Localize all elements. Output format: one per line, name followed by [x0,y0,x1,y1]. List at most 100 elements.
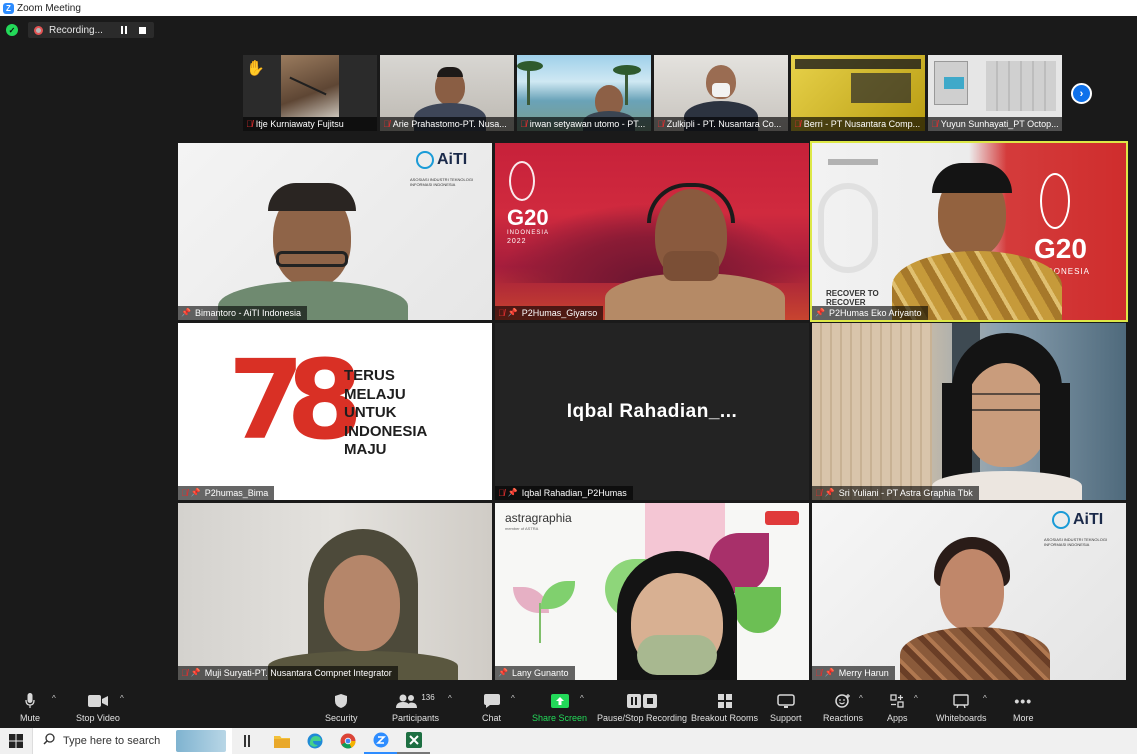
pin-icon: 📌 [181,308,191,317]
recording-dot-icon [34,25,43,35]
recording-indicator: Recording... [28,22,154,38]
participant-name: P2Humas_Giyarso [521,308,598,318]
more-button[interactable]: ••• More [1013,692,1034,723]
apps-button[interactable]: Apps [887,692,908,723]
muted-mic-icon: 🎙̸ [246,119,253,129]
video-tile[interactable]: G20 INDONESIA 2022 🎙̸ 📌 P2Humas_Giyarso [495,143,809,320]
pin-icon: 📌 [190,668,201,677]
whiteboards-options-caret-icon[interactable]: ^ [983,694,987,703]
video-tile[interactable]: Iqbal Rahadian_... 🎙̸ 📌 Iqbal Rahadian_P2H… [495,323,809,500]
chat-options-caret-icon[interactable]: ^ [511,694,515,703]
smiley-add-icon [835,692,851,710]
pin-icon: 📌 [815,308,825,317]
participant-name: Yuyun Sunhayati_PT Octop... [940,119,1059,129]
video-tile-active-speaker[interactable]: G20 INDONESIA RECOVER TO RECOVER 📌 P2Huma… [810,141,1128,322]
recording-controls-icon [627,692,658,710]
chrome-browser-icon[interactable] [331,728,364,754]
share-screen-icon [550,692,569,710]
excel-app-icon[interactable] [397,728,430,754]
pin-icon: 📌 [824,668,835,677]
strip-tile[interactable]: 🎙̸ Arie Prahastomo-PT. Nusa... [380,55,514,131]
participant-strip: ✋ 🎙̸ Itje Kurniawaty Fujitsu 🎙̸ Arie Praha… [243,55,1065,131]
whiteboard-icon [953,692,969,710]
muted-mic-icon: 🎙̸ [657,119,664,129]
search-placeholder: Type here to search [63,735,161,747]
muted-mic-icon: 🎙̸ [520,119,527,129]
aiti-logo: AiTI [1052,511,1103,529]
muted-mic-icon: 🎙̸ [931,119,938,129]
participant-name: Sri Yuliani - PT Astra Graphia Tbk [838,488,973,498]
participant-name: irwan setyawan utomo - PT... [529,119,646,129]
chat-button[interactable]: Chat [482,692,501,723]
audio-options-caret-icon[interactable]: ^ [52,694,56,703]
aiti-logo: AiTI [416,151,467,169]
stop-video-button[interactable]: Stop Video [76,692,120,723]
mute-button[interactable]: Mute [20,692,40,723]
taskbar-search-box[interactable]: Type here to search [32,728,232,754]
window-title: Zoom Meeting [17,2,81,14]
banner-number: 78 [228,336,363,464]
muted-mic-icon: 🎙̸ [181,668,188,678]
participant-name: Arie Prahastomo-PT. Nusa... [392,119,507,129]
apps-options-caret-icon[interactable]: ^ [914,694,918,703]
video-tile[interactable]: 🎙̸ 📌 Muji Suryati-PT. Nusantara Compnet In… [178,503,492,680]
share-screen-button[interactable]: Share Screen [532,692,587,723]
video-tile[interactable]: 78 TERUS MELAJU UNTUK INDONESIA MAJU 🎙̸ 📌… [178,323,492,500]
strip-tile[interactable]: 🎙̸ Berri - PT Nusantara Comp... [791,55,925,131]
reactions-button[interactable]: Reactions [823,692,863,723]
chevron-right-icon: › [1079,87,1084,100]
video-tile[interactable]: AiTI ASOSIASI INDUSTRI TEKNOLOGI INFORMA… [178,143,492,320]
video-tile[interactable]: astragraphia member of ASTRA 📌 Lany Gunan… [495,503,809,680]
apps-icon [890,692,904,710]
muted-mic-icon: 🎙̸ [794,119,801,129]
muted-mic-icon: 🎙̸ [815,488,822,498]
video-camera-icon [87,692,108,710]
pause-stop-recording-button[interactable]: Pause/Stop Recording [597,692,687,723]
more-dots-icon: ••• [1014,693,1033,709]
search-highlight-image [176,730,226,752]
file-explorer-icon[interactable] [265,728,298,754]
security-button[interactable]: Security [325,692,358,723]
pin-icon: 📌 [507,308,518,317]
strip-next-page-button[interactable]: › [1071,83,1092,104]
breakout-rooms-button[interactable]: Breakout Rooms [691,692,758,723]
participants-button[interactable]: 136 Participants [392,692,439,724]
microphone-icon [25,692,35,710]
zoom-app-icon[interactable] [364,728,397,754]
face-mask [637,635,717,675]
participant-name: Iqbal Rahadian_P2Humas [521,488,627,498]
pin-icon: 📌 [498,668,508,677]
participant-display-name: Iqbal Rahadian_... [495,323,809,500]
pin-icon: 📌 [507,488,518,497]
edge-browser-icon[interactable] [298,728,331,754]
strip-tile[interactable]: 🎙̸ irwan setyawan utomo - PT... [517,55,651,131]
stop-recording-icon[interactable] [138,26,146,34]
video-tile[interactable]: 🎙̸ 📌 Sri Yuliani - PT Astra Graphia Tbk [812,323,1126,500]
anniversary-badge-icon [765,511,799,525]
strip-tile[interactable]: 🎙̸ Zulkipli - PT. Nusantara Co... [654,55,788,131]
support-screen-icon [777,692,795,710]
strip-tile[interactable]: ✋ 🎙̸ Itje Kurniawaty Fujitsu [243,55,377,131]
support-button[interactable]: Support [770,692,802,723]
task-view-icon[interactable] [232,728,265,754]
astragraphia-logo: astragraphia [505,511,572,525]
breakout-rooms-icon [717,692,732,710]
participants-icon: 136 [396,692,435,710]
share-options-caret-icon[interactable]: ^ [580,694,584,703]
reactions-options-caret-icon[interactable]: ^ [859,694,863,703]
meeting-info-bar: ✓ Recording... [6,22,154,38]
whiteboards-button[interactable]: Whiteboards [936,692,987,723]
security-shield-icon[interactable]: ✓ [6,24,18,36]
g20-emblem-icon [1040,173,1070,229]
video-options-caret-icon[interactable]: ^ [120,694,124,703]
muted-mic-icon: 🎙̸ [815,668,822,678]
banner-text: TERUS MELAJU UNTUK INDONESIA MAJU [344,367,428,458]
video-tile[interactable]: AiTI ASOSIASI INDUSTRI TEKNOLOGI INFORMA… [812,503,1126,680]
meeting-toolbar: Mute ^ Stop Video ^ Security 136 Partici… [0,688,1137,728]
windows-start-icon[interactable] [0,734,32,748]
strip-tile[interactable]: 🎙̸ Yuyun Sunhayati_PT Octop... [928,55,1062,131]
pin-icon: 📌 [824,488,835,497]
chat-bubble-icon [483,692,500,710]
participants-options-caret-icon[interactable]: ^ [448,694,452,703]
pause-recording-icon[interactable] [120,26,127,34]
